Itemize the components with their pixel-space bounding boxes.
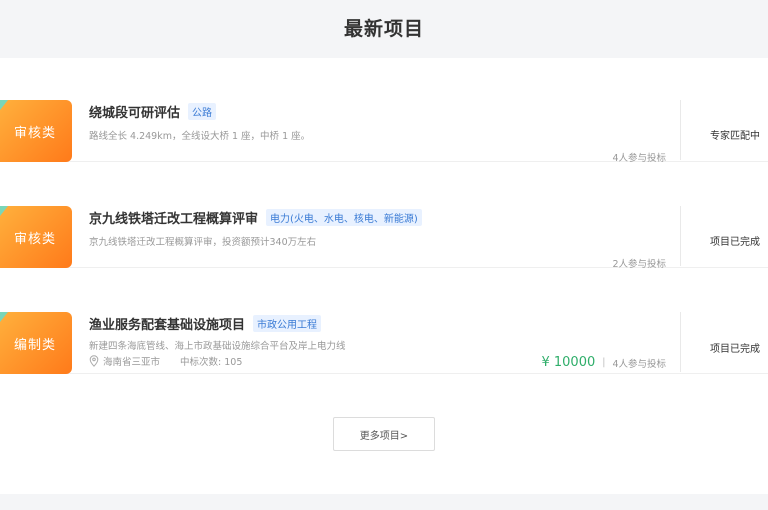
project-description: 新建四条海底管线、海上市政基础设施综合平台及岸上电力线 <box>89 341 346 352</box>
price: ¥ 10000 <box>541 355 596 370</box>
more-projects-button[interactable]: 更多项目> <box>333 417 435 451</box>
page: 最新项目 审核类 绕城段可研评估 公路 路线全长 4.249km，全线设大桥 1… <box>0 0 768 510</box>
divider <box>680 312 681 372</box>
project-title[interactable]: 京九线铁塔迁改工程概算评审 <box>89 208 258 227</box>
project-description: 京九线铁塔迁改工程概算评审，投资额预计340万左右 <box>89 237 317 248</box>
title-row: 京九线铁塔迁改工程概算评审 电力(火电、水电、核电、新能源) <box>89 208 422 227</box>
project-card[interactable]: 审核类 绕城段可研评估 公路 路线全长 4.249km，全线设大桥 1 座，中桥… <box>0 58 768 164</box>
divider <box>680 206 681 266</box>
page-title: 最新项目 <box>343 18 424 40</box>
status-label: 专家匹配中 <box>710 131 760 142</box>
status-label: 项目已完成 <box>710 237 760 248</box>
project-title[interactable]: 渔业服务配套基础设施项目 <box>89 314 245 333</box>
industry-tag: 市政公用工程 <box>253 315 322 332</box>
category-badge: 编制类 <box>0 312 72 374</box>
bid-count: 中标次数: 105 <box>180 357 243 368</box>
project-card[interactable]: 审核类 京九线铁塔迁改工程概算评审 电力(火电、水电、核电、新能源) 京九线铁塔… <box>0 164 768 270</box>
badge-corner-icon <box>0 312 8 322</box>
location-pin-icon <box>89 355 99 367</box>
separator: | <box>602 357 606 368</box>
project-description: 路线全长 4.249km，全线设大桥 1 座，中桥 1 座。 <box>89 131 311 142</box>
participants-count: 4人参与投标 <box>612 153 666 164</box>
location-text: 海南省三亚市 <box>103 357 161 368</box>
project-card[interactable]: 编制类 渔业服务配套基础设施项目 市政公用工程 新建四条海底管线、海上市政基础设… <box>0 270 768 374</box>
price-row: ¥ 10000 | 4人参与投标 <box>541 355 666 370</box>
meta-row: 海南省三亚市 中标次数: 105 <box>89 354 242 368</box>
title-row: 渔业服务配套基础设施项目 市政公用工程 <box>89 314 322 333</box>
badge-corner-icon <box>0 100 8 110</box>
industry-tag: 公路 <box>188 103 217 120</box>
project-title[interactable]: 绕城段可研评估 <box>89 102 180 121</box>
divider <box>680 100 681 160</box>
industry-tag: 电力(火电、水电、核电、新能源) <box>266 209 422 226</box>
category-badge: 审核类 <box>0 206 72 268</box>
participants-count: 2人参与投标 <box>612 259 666 270</box>
status-label: 项目已完成 <box>710 344 760 355</box>
badge-corner-icon <box>0 206 8 216</box>
participants-count: 4人参与投标 <box>612 358 666 370</box>
category-badge: 审核类 <box>0 100 72 162</box>
title-row: 绕城段可研评估 公路 <box>89 102 217 121</box>
